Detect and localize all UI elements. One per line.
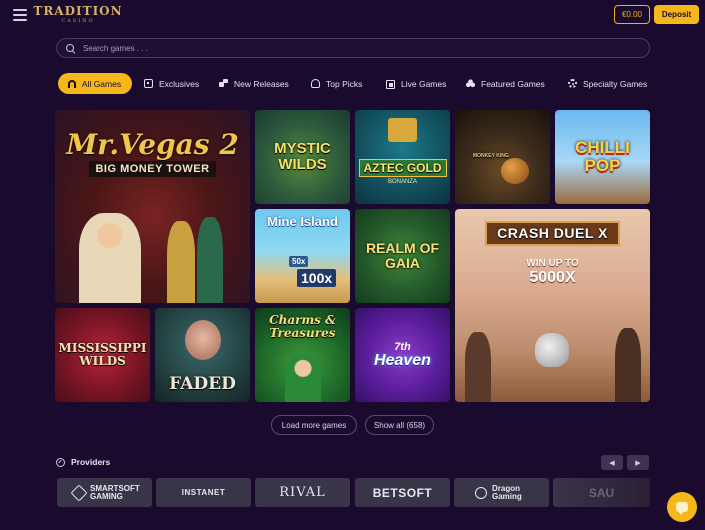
provider-smartsoft[interactable]: SMARTSOFT GAMING xyxy=(57,478,152,507)
cowboy-art xyxy=(465,332,491,402)
game-tile-chilli-pop[interactable]: CHILLI POP xyxy=(555,110,650,204)
game-tile-crash-duel-x[interactable]: CRASH DUEL X WIN UP TO 5000X xyxy=(455,209,650,402)
new-releases-icon xyxy=(219,79,228,88)
provider-rival[interactable]: RIVAL xyxy=(255,478,350,507)
game-subtitle: WIN UP TO xyxy=(526,257,579,269)
search-icon xyxy=(66,43,75,53)
tab-new-releases[interactable]: New Releases xyxy=(219,73,289,94)
game-tile-aztec-gold[interactable]: AZTEC GOLD BONANZA xyxy=(355,110,450,204)
game-title: AZTEC GOLD xyxy=(358,158,447,178)
tab-label: New Releases xyxy=(234,78,289,89)
doll-art xyxy=(185,320,221,360)
load-more-button[interactable]: Load more games xyxy=(271,415,357,435)
game-title: Mr.Vegas 2 xyxy=(66,128,239,161)
game-tile-mine-island[interactable]: Mine Island 50x 100x xyxy=(255,209,350,303)
game-title: MYSTIC WILDS xyxy=(274,140,331,173)
character-art xyxy=(167,221,195,303)
game-tile-7th-heaven[interactable]: 7th Heaven xyxy=(355,308,450,402)
providers-prev-button[interactable]: ◀ xyxy=(601,455,623,470)
game-tile-faded[interactable]: FADED xyxy=(155,308,250,402)
game-tile-mystic-wilds[interactable]: MYSTIC WILDS xyxy=(255,110,350,204)
providers-title: Providers xyxy=(71,457,111,467)
tab-label: Featured Games xyxy=(481,78,545,89)
leprechaun-art xyxy=(285,354,321,402)
category-tabs: All Games Exclusives New Releases Top Pi… xyxy=(58,73,705,94)
deposit-button[interactable]: Deposit xyxy=(654,5,699,24)
game-tile-monkey-king[interactable]: MONKEY KING xyxy=(455,110,550,204)
max-win: 5000X xyxy=(529,268,576,286)
game-title: MISSISSIPPI WILDS xyxy=(58,341,147,368)
game-subtitle: BONANZA xyxy=(387,179,417,186)
game-title: MONKEY KING xyxy=(473,153,509,159)
chat-button[interactable] xyxy=(667,492,697,522)
provider-name: SAU xyxy=(588,485,615,500)
tab-label: Exclusives xyxy=(159,78,200,89)
game-tile-realm-of-gaia[interactable]: REALM OF GAIA xyxy=(355,209,450,303)
logo[interactable]: TRADITION CASINO xyxy=(33,2,121,26)
tab-all-games[interactable]: All Games xyxy=(58,73,132,94)
exclusive-icon xyxy=(144,79,153,88)
cowboy-art xyxy=(615,328,641,402)
game-tile-mississippi-wilds[interactable]: MISSISSIPPI WILDS xyxy=(55,308,150,402)
provider-name: Dragon Gaming xyxy=(492,483,522,501)
provider-name: INSTANET xyxy=(181,488,226,497)
game-tile-mr-vegas-2[interactable]: Mr.Vegas 2 BIG MONEY TOWER xyxy=(55,110,250,303)
tab-specialty-games[interactable]: Specialty Games xyxy=(568,73,647,94)
show-all-button[interactable]: Show all (658) xyxy=(365,415,434,435)
chat-icon xyxy=(676,502,688,515)
game-title-prefix: 7th xyxy=(394,340,411,353)
search-input[interactable] xyxy=(83,43,649,53)
tab-live-games[interactable]: Live Games xyxy=(386,73,446,94)
provider-dragon-gaming[interactable]: Dragon Gaming xyxy=(454,478,549,507)
character-art xyxy=(79,213,141,303)
providers-next-button[interactable]: ▶ xyxy=(627,455,649,470)
balance-button[interactable]: €0.00 xyxy=(614,5,650,24)
club-icon xyxy=(466,79,475,88)
aztec-mask-art xyxy=(388,118,417,142)
trophy-icon xyxy=(311,79,320,88)
tab-label: Live Games xyxy=(401,78,447,89)
providers-heading: Providers xyxy=(56,457,110,467)
game-title: REALM OF GAIA xyxy=(365,240,440,271)
provider-betsoft[interactable]: BETSOFT xyxy=(355,478,450,507)
multiplier-badge: 100x xyxy=(297,269,337,287)
logo-text: TRADITION xyxy=(33,3,123,18)
money-bag-art xyxy=(535,333,569,367)
provider-partial[interactable]: SAU xyxy=(553,478,650,507)
tab-featured-games[interactable]: Featured Games xyxy=(466,73,545,94)
smartsoft-logo-icon xyxy=(70,484,88,501)
gear-icon xyxy=(568,79,577,88)
game-title: CRASH DUEL X xyxy=(485,221,620,246)
game-title: Mine Island xyxy=(267,214,338,229)
multiplier-badge: 50x xyxy=(289,256,309,267)
tab-exclusives[interactable]: Exclusives xyxy=(144,73,199,94)
dragon-logo-icon xyxy=(475,486,487,499)
character-art xyxy=(197,217,223,303)
search-bar[interactable] xyxy=(56,38,650,58)
live-games-icon xyxy=(386,79,395,89)
game-title: Charms & Treasures xyxy=(269,313,336,340)
tab-top-picks[interactable]: Top Picks xyxy=(311,73,362,94)
logo-subtext: CASINO xyxy=(61,17,95,24)
gold-pot-art xyxy=(501,158,529,184)
header: TRADITION CASINO €0.00 Deposit xyxy=(0,0,705,30)
menu-icon[interactable] xyxy=(13,9,27,21)
provider-name: BETSOFT xyxy=(372,485,433,500)
tab-label: Specialty Games xyxy=(583,78,648,89)
game-title: FADED xyxy=(169,374,236,395)
game-title: Heaven xyxy=(374,351,431,369)
provider-name: SMARTSOFT GAMING xyxy=(90,483,140,501)
providers-icon xyxy=(56,457,65,467)
game-title: CHILLI POP xyxy=(575,138,630,175)
provider-name: RIVAL xyxy=(279,485,326,500)
tab-label: Top Picks xyxy=(326,78,363,89)
game-subtitle: BIG MONEY TOWER xyxy=(89,161,216,178)
horseshoe-icon xyxy=(67,79,76,88)
provider-instanet[interactable]: INSTANET xyxy=(156,478,251,507)
tab-label: All Games xyxy=(81,78,122,89)
game-tile-charms-treasures[interactable]: Charms & Treasures xyxy=(255,308,350,402)
